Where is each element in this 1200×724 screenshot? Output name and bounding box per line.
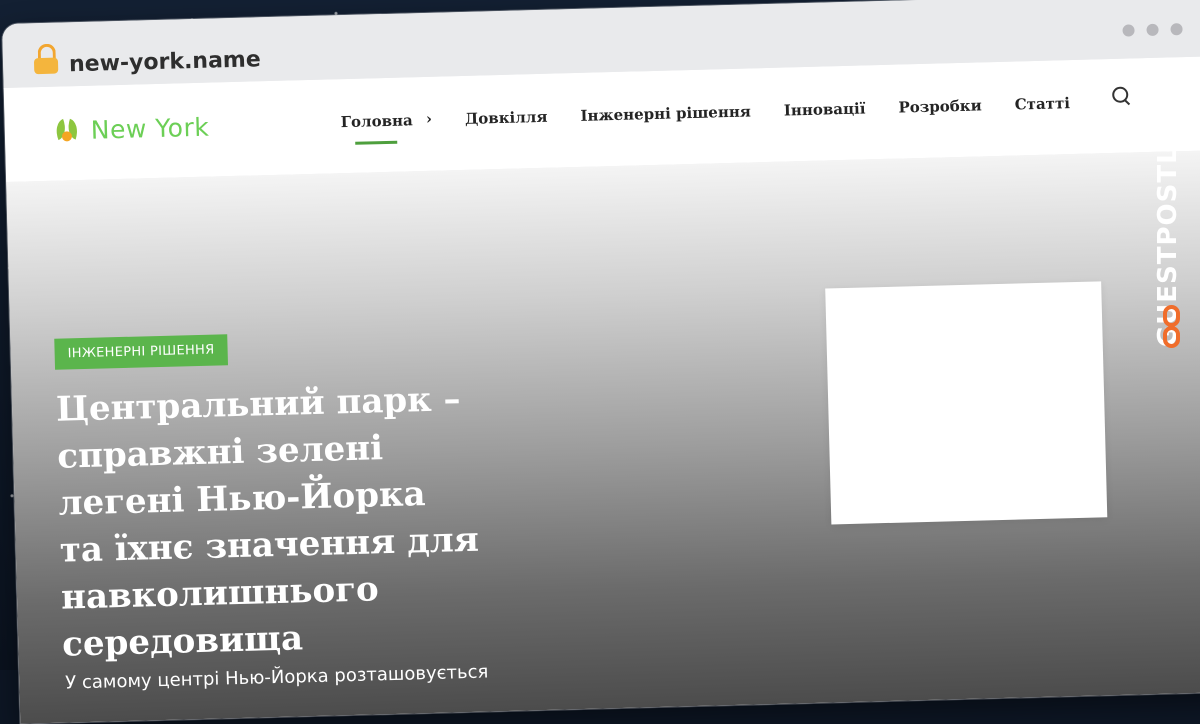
nav-item-engineering-solutions-label: Інженерні рішення	[580, 102, 752, 125]
search-icon[interactable]	[1112, 86, 1131, 106]
article-title[interactable]: Центральний парк – справжні зелені леген…	[56, 376, 483, 669]
category-badge[interactable]: ІНЖЕНЕРНІ РІШЕННЯ	[54, 334, 228, 370]
nav-item-developments[interactable]: Розробки	[898, 96, 982, 116]
nav-item-articles-label: Статті	[1014, 94, 1071, 114]
nav-item-home[interactable]: Головна ›	[340, 109, 433, 132]
nav-item-environment-label: Довкілля	[464, 107, 548, 128]
nav-item-environment[interactable]: Довкілля	[465, 108, 548, 128]
site-logo[interactable]: New York	[51, 112, 210, 146]
nav-item-articles[interactable]: Статті	[1015, 94, 1071, 113]
featured-image-placeholder[interactable]	[825, 281, 1108, 525]
chain-link-icon	[1160, 304, 1186, 354]
window-dot-1[interactable]	[1122, 24, 1135, 37]
site-logo-text: New York	[90, 112, 210, 145]
lock-icon	[33, 43, 59, 75]
main-nav: Головна › Довкілля Інженерні рішення Інн…	[340, 94, 1070, 131]
nav-item-innovations-label: Інновації	[783, 99, 866, 120]
nav-item-developments-label: Розробки	[898, 96, 982, 117]
nav-item-home-label: Головна	[340, 111, 413, 132]
chevron-right-icon: ›	[425, 109, 433, 128]
hero-section: ІНЖЕНЕРНІ РІШЕННЯ Центральний парк – спр…	[6, 150, 1200, 724]
leaf-logo-icon	[51, 116, 82, 145]
nav-item-engineering-solutions[interactable]: Інженерні рішення	[580, 102, 751, 124]
brand-overlay: GUESTPOSTLINKS	[1150, 0, 1200, 670]
browser-window: new-york.name New York Головна › Довкілл…	[2, 0, 1200, 724]
url-text[interactable]: new-york.name	[69, 47, 261, 77]
nav-item-innovations[interactable]: Інновації	[784, 99, 866, 119]
